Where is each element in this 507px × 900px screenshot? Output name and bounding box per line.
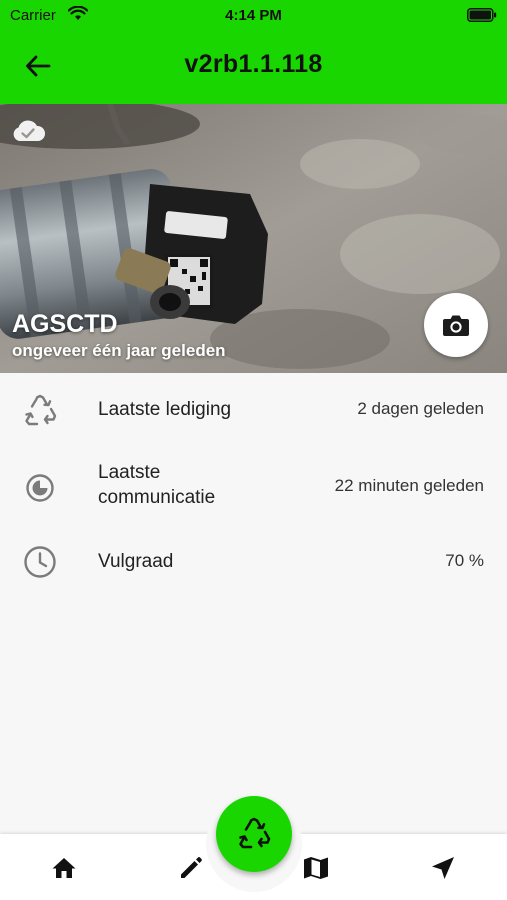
hero-photo: AGSCTD ongeveer één jaar geleden bbox=[0, 104, 507, 373]
info-label: Vulgraad bbox=[98, 551, 174, 572]
container-id: AGSCTD bbox=[12, 310, 118, 338]
pie-clock-icon bbox=[22, 470, 58, 506]
map-icon bbox=[304, 857, 328, 879]
info-value: 22 minuten geleden bbox=[334, 476, 484, 495]
recycle-icon bbox=[239, 817, 271, 849]
info-row-fill-level: Vulgraad 70 % bbox=[0, 527, 507, 597]
status-bar: Carrier 4:14 PM bbox=[0, 0, 507, 32]
battery-icon bbox=[467, 8, 497, 26]
recycle-fab-button[interactable] bbox=[216, 796, 292, 872]
nav-navigate-button[interactable] bbox=[421, 848, 465, 888]
recycle-icon bbox=[22, 393, 58, 429]
arrow-left-icon bbox=[26, 55, 51, 77]
info-value: 2 dagen geleden bbox=[357, 399, 484, 418]
info-row-last-communication: Laatste communicatie 22 minuten geleden bbox=[0, 448, 507, 528]
info-label: Laatste communicatie bbox=[98, 462, 216, 508]
info-label: Laatste lediging bbox=[98, 399, 232, 420]
back-button[interactable] bbox=[18, 46, 58, 86]
info-row-last-emptying: Laatste lediging 2 dagen geleden bbox=[0, 375, 507, 445]
info-value: 70 % bbox=[445, 551, 484, 570]
camera-icon bbox=[443, 315, 469, 336]
home-icon bbox=[52, 858, 76, 878]
pencil-icon bbox=[181, 857, 202, 878]
status-time: 4:14 PM bbox=[225, 7, 282, 24]
page-title: v2rb1.1.118 bbox=[184, 50, 323, 78]
last-updated-label: ongeveer één jaar geleden bbox=[12, 341, 226, 360]
app-bar: v2rb1.1.118 bbox=[0, 38, 507, 94]
cloud-check-icon bbox=[10, 118, 46, 149]
clock-icon bbox=[22, 544, 58, 580]
nav-home-button[interactable] bbox=[42, 848, 86, 888]
camera-button[interactable] bbox=[424, 293, 488, 357]
top-bar: Carrier 4:14 PM v2rb1.1.118 bbox=[0, 0, 507, 104]
navigation-icon bbox=[432, 857, 454, 879]
